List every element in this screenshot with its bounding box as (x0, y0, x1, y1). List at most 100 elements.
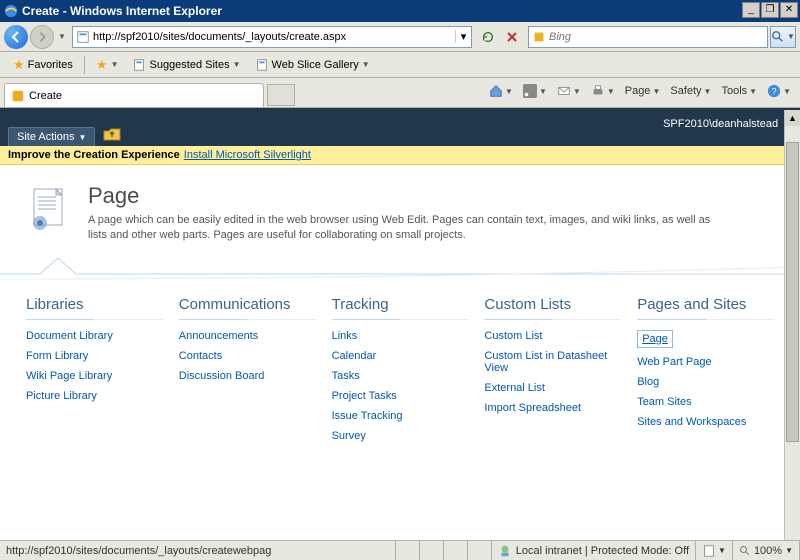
link-discussion-board[interactable]: Discussion Board (179, 370, 265, 382)
stop-icon (506, 31, 518, 43)
zoom-control[interactable]: 100% ▼ (733, 541, 800, 560)
forward-button[interactable] (30, 25, 54, 49)
user-menu[interactable]: SPF2010\deanhalstead ▼ (663, 118, 790, 130)
window-controls: _ ❐ ✕ (741, 2, 798, 18)
nav-toolbar: ▼ ▾ ▼ (0, 22, 800, 52)
link-tasks[interactable]: Tasks (332, 370, 360, 382)
site-actions-menu[interactable]: Site Actions ▼ (8, 127, 95, 146)
command-bar: ▼ ▼ ▼ ▼ Page▼ Safety▼ Tools▼ ?▼ (486, 82, 794, 100)
link-issue-tracking[interactable]: Issue Tracking (332, 410, 403, 422)
url-input[interactable] (93, 28, 455, 46)
svg-text:?: ? (772, 87, 777, 97)
magnifier-icon (771, 30, 785, 44)
link-custom-list[interactable]: Custom List (484, 330, 542, 342)
intranet-icon (498, 544, 512, 558)
tab-create[interactable]: Create (4, 83, 264, 107)
page-title: Page (88, 183, 728, 209)
status-pane-4 (468, 541, 492, 560)
scroll-thumb[interactable] (786, 142, 799, 442)
link-calendar[interactable]: Calendar (332, 350, 377, 362)
link-wiki-page-library[interactable]: Wiki Page Library (26, 370, 112, 382)
status-url: http://spf2010/sites/documents/_layouts/… (0, 541, 396, 560)
site-actions-label: Site Actions (17, 131, 74, 143)
refresh-button[interactable] (477, 26, 499, 48)
search-button[interactable]: ▼ (770, 26, 796, 48)
feeds-button[interactable]: ▼ (520, 82, 550, 100)
install-silverlight-link[interactable]: Install Microsoft Silverlight (184, 149, 311, 161)
navigate-up-icon[interactable] (103, 126, 121, 142)
col-pages-sites: Pages and Sites Page Web Part Page Blog … (637, 296, 774, 450)
link-team-sites[interactable]: Team Sites (637, 396, 691, 408)
address-bar[interactable]: ▾ (72, 26, 472, 48)
sharepoint-icon (11, 89, 25, 103)
link-links[interactable]: Links (332, 330, 358, 342)
notif-bold: Improve the Creation Experience (8, 149, 180, 161)
bing-icon (532, 30, 546, 44)
page-header: Page A page which can be easily edited i… (26, 183, 774, 244)
help-button[interactable]: ?▼ (764, 82, 794, 100)
add-favorite-button[interactable]: ★ ▼ (89, 54, 126, 76)
page-icon (255, 58, 269, 72)
page-type-icon (26, 185, 74, 233)
link-custom-list-datasheet[interactable]: Custom List in Datasheet View (484, 350, 607, 374)
favorites-label: Favorites (28, 59, 73, 71)
page-mode-icon (702, 544, 716, 558)
suggested-sites[interactable]: Suggested Sites ▼ (125, 55, 247, 75)
star-icon: ★ (13, 57, 25, 73)
link-survey[interactable]: Survey (332, 430, 366, 442)
status-mode-dropdown[interactable]: ▼ (696, 541, 733, 560)
search-input[interactable] (549, 31, 767, 43)
help-icon: ? (767, 84, 781, 98)
link-announcements[interactable]: Announcements (179, 330, 259, 342)
status-zone[interactable]: Local intranet | Protected Mode: Off (492, 541, 696, 560)
minimize-button[interactable]: _ (742, 2, 760, 18)
url-dropdown[interactable]: ▾ (455, 30, 471, 43)
link-document-library[interactable]: Document Library (26, 330, 113, 342)
link-external-list[interactable]: External List (484, 382, 545, 394)
category-columns: Libraries Document Library Form Library … (26, 296, 774, 450)
close-button[interactable]: ✕ (780, 2, 798, 18)
link-project-tasks[interactable]: Project Tasks (332, 390, 397, 402)
link-sites-workspaces[interactable]: Sites and Workspaces (637, 416, 746, 428)
tab-bar: Create ▼ ▼ ▼ ▼ Page▼ Safety▼ Tools▼ ?▼ (0, 78, 800, 108)
silverlight-notification: Improve the Creation Experience Install … (0, 146, 800, 165)
favorites-bar: ★ Favorites ★ ▼ Suggested Sites ▼ Web Sl… (0, 52, 800, 78)
home-button[interactable]: ▼ (486, 82, 516, 100)
link-page[interactable]: Page (642, 333, 668, 345)
tools-menu[interactable]: Tools▼ (718, 83, 760, 99)
col-tracking: Tracking Links Calendar Tasks Project Ta… (332, 296, 469, 450)
divider-wave (0, 252, 800, 282)
page-menu[interactable]: Page▼ (622, 83, 664, 99)
page-description: A page which can be easily edited in the… (88, 213, 728, 244)
mail-button[interactable]: ▼ (554, 82, 584, 100)
link-blog[interactable]: Blog (637, 376, 659, 388)
col-custom-lists-title: Custom Lists (484, 296, 621, 320)
print-button[interactable]: ▼ (588, 82, 618, 100)
favorites-button[interactable]: ★ Favorites (6, 54, 80, 76)
maximize-button[interactable]: ❐ (761, 2, 779, 18)
star-add-icon: ★ (96, 57, 108, 73)
scroll-up-button[interactable]: ▲ (785, 110, 800, 126)
vertical-scrollbar[interactable]: ▲ (784, 110, 800, 540)
status-bar: http://spf2010/sites/documents/_layouts/… (0, 540, 800, 560)
new-tab-button[interactable] (267, 84, 295, 106)
link-contacts[interactable]: Contacts (179, 350, 222, 362)
link-import-spreadsheet[interactable]: Import Spreadsheet (484, 402, 581, 414)
safety-menu[interactable]: Safety▼ (667, 83, 714, 99)
print-icon (591, 84, 605, 98)
suggested-sites-label: Suggested Sites (149, 59, 229, 71)
link-web-part-page[interactable]: Web Part Page (637, 356, 711, 368)
search-bar[interactable] (528, 26, 768, 48)
web-slice-gallery[interactable]: Web Slice Gallery ▼ (248, 55, 377, 75)
stop-button[interactable] (501, 26, 523, 48)
link-form-library[interactable]: Form Library (26, 350, 88, 362)
mail-icon (557, 84, 571, 98)
tab-label: Create (29, 90, 62, 102)
back-button[interactable] (4, 25, 28, 49)
page-favicon (76, 30, 90, 44)
content-area: Page A page which can be easily edited i… (0, 165, 800, 545)
col-pages-sites-title: Pages and Sites (637, 296, 774, 320)
user-label: SPF2010\deanhalstead (663, 118, 778, 130)
link-picture-library[interactable]: Picture Library (26, 390, 97, 402)
nav-history-dropdown[interactable]: ▼ (56, 27, 68, 47)
